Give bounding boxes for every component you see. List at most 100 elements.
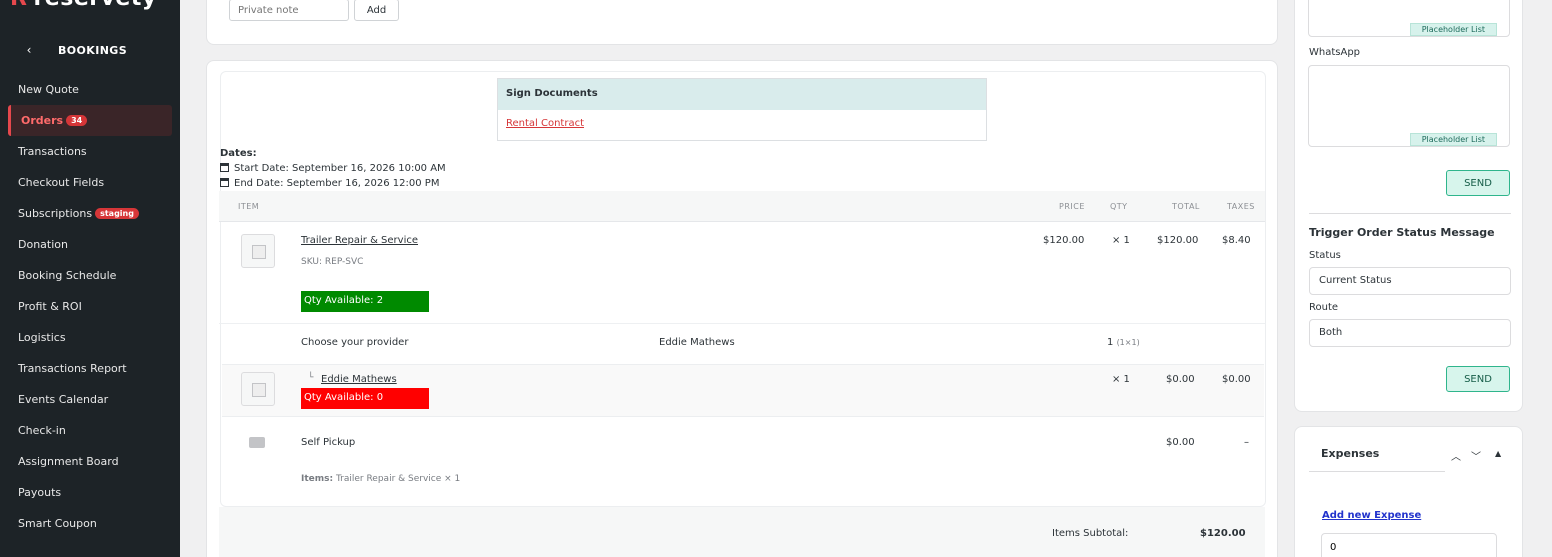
header-qty: QTY <box>1110 202 1128 211</box>
sidebar-item-label: Booking Schedule <box>18 269 117 282</box>
provider-value[interactable]: Eddie Mathews <box>659 337 735 348</box>
sidebar: Rreservety ‹ BOOKINGS New Quote Orders34… <box>0 0 180 557</box>
collapse-triangle-icon[interactable]: ▲ <box>1495 449 1501 458</box>
sidebar-header: ‹ BOOKINGS <box>0 38 180 62</box>
shipping-method: Self Pickup <box>301 437 356 448</box>
subtotal-label: Items Subtotal: <box>1052 528 1129 539</box>
route-label: Route <box>1309 302 1339 313</box>
qty-available-badge: Qty Available: 2 <box>301 291 429 312</box>
private-note-card: Add <box>206 0 1278 45</box>
sku-value: REP-SVC <box>324 257 364 267</box>
child-thumbnail <box>241 372 275 406</box>
truck-icon <box>249 437 265 448</box>
sign-documents-box: Sign Documents Rental Contract <box>497 78 987 141</box>
trigger-status-title: Trigger Order Status Message <box>1309 226 1495 239</box>
provider-qty-value: 1 <box>1107 337 1114 348</box>
sidebar-item-label: Logistics <box>18 331 66 344</box>
sidebar-item-label: Orders <box>21 114 64 127</box>
status-select[interactable]: Current Status <box>1309 267 1511 295</box>
sidebar-item-transactions-report[interactable]: Transactions Report <box>0 353 180 384</box>
sidebar-item-checkout-fields[interactable]: Checkout Fields <box>0 167 180 198</box>
chevron-down-icon[interactable]: ﹀ <box>1471 448 1481 463</box>
add-note-button[interactable]: Add <box>354 0 399 21</box>
sidebar-item-label: Transactions <box>18 145 87 158</box>
sidebar-item-label: Payouts <box>18 486 62 499</box>
sidebar-item-orders[interactable]: Orders 34 <box>8 105 172 136</box>
product-name-link[interactable]: Trailer Repair & Service <box>301 235 418 246</box>
provider-qty-detail: (1×1) <box>1116 338 1140 347</box>
brand-logo[interactable]: Rreservety <box>10 0 157 11</box>
placeholder-list-button[interactable]: Placeholder List <box>1409 23 1497 36</box>
orders-count-badge: 34 <box>66 115 88 126</box>
placeholder-list-button[interactable]: Placeholder List <box>1409 133 1497 146</box>
end-date: End Date: September 16, 2026 12:00 PM <box>234 178 440 189</box>
sidebar-title: BOOKINGS <box>58 43 128 57</box>
sidebar-item-booking-schedule[interactable]: Booking Schedule <box>0 260 180 291</box>
messaging-card: Placeholder List WhatsApp Placeholder Li… <box>1294 0 1523 412</box>
sidebar-item-label: Donation <box>18 238 68 251</box>
status-label: Status <box>1309 250 1341 261</box>
sidebar-item-donation[interactable]: Donation <box>0 229 180 260</box>
sidebar-item-payouts[interactable]: Payouts <box>0 477 180 508</box>
sidebar-item-profit-roi[interactable]: Profit & ROI <box>0 291 180 322</box>
sidebar-item-subscriptions[interactable]: Subscriptions staging <box>0 198 180 229</box>
sidebar-item-assignment-board[interactable]: Assignment Board <box>0 446 180 477</box>
add-new-expense-link[interactable]: Add new Expense <box>1322 510 1421 521</box>
sidebar-item-label: Check-in <box>18 424 66 437</box>
chevron-left-icon[interactable]: ‹ <box>0 43 58 57</box>
sidebar-item-logistics[interactable]: Logistics <box>0 322 180 353</box>
expenses-title-underline <box>1309 471 1445 472</box>
start-date-line: Start Date: September 16, 2026 10:00 AM <box>220 161 446 176</box>
row-divider <box>219 323 1265 324</box>
shipping-items-label: Items: <box>301 474 334 484</box>
shipping-items-value: Trailer Repair & Service × 1 <box>335 474 461 484</box>
provider-label: Choose your provider <box>301 337 409 348</box>
child-taxes: $0.00 <box>1222 374 1251 385</box>
start-date: Start Date: September 16, 2026 10:00 AM <box>234 163 446 174</box>
items-table-header: ITEM PRICE QTY TOTAL TAXES <box>219 191 1265 222</box>
child-qty: × 1 <box>1112 374 1130 385</box>
child-total: $0.00 <box>1166 374 1195 385</box>
shipping-total: $0.00 <box>1166 437 1195 448</box>
sidebar-item-label: Checkout Fields <box>18 176 105 189</box>
sign-documents-header: Sign Documents <box>498 79 986 110</box>
shipping-items: Items: Trailer Repair & Service × 1 <box>301 474 460 484</box>
sidebar-item-label: Events Calendar <box>18 393 109 406</box>
booking-dates: Dates: Start Date: September 16, 2026 10… <box>220 146 446 191</box>
child-item-link[interactable]: Eddie Mathews <box>321 374 397 385</box>
private-note-input[interactable] <box>229 0 349 21</box>
expense-amount-input[interactable] <box>1321 533 1497 557</box>
sidebar-item-new-quote[interactable]: New Quote <box>0 74 180 105</box>
sidebar-item-check-in[interactable]: Check-in <box>0 415 180 446</box>
product-sku: SKU: REP-SVC <box>301 257 363 267</box>
dates-label: Dates: <box>220 148 257 159</box>
sidebar-item-smart-coupon[interactable]: Smart Coupon <box>0 508 180 539</box>
sidebar-item-label: Transactions Report <box>18 362 127 375</box>
rental-contract-link[interactable]: Rental Contract <box>498 110 986 137</box>
product-price: $120.00 <box>1043 235 1085 246</box>
header-taxes: TAXES <box>1227 202 1255 211</box>
sidebar-item-label: Assignment Board <box>18 455 119 468</box>
sidebar-item-events-calendar[interactable]: Events Calendar <box>0 384 180 415</box>
section-divider <box>1309 213 1511 214</box>
qty-unavailable-badge: Qty Available: 0 <box>301 388 429 409</box>
sidebar-item-label: Subscriptions <box>18 207 93 220</box>
shipping-taxes: – <box>1244 437 1249 448</box>
calendar-icon <box>220 178 229 187</box>
whatsapp-textarea[interactable]: Placeholder List <box>1308 65 1510 147</box>
header-item: ITEM <box>238 202 260 211</box>
send-whatsapp-button[interactable]: SEND <box>1446 170 1510 196</box>
end-date-line: End Date: September 16, 2026 12:00 PM <box>220 176 446 191</box>
product-thumbnail <box>241 234 275 268</box>
sidebar-item-label: Profit & ROI <box>18 300 82 313</box>
send-status-button[interactable]: SEND <box>1446 366 1510 392</box>
chevron-up-icon[interactable]: ︿ <box>1451 448 1461 463</box>
sidebar-item-label: New Quote <box>18 83 79 96</box>
expenses-card: Expenses ︿ ﹀ ▲ Add new Expense <box>1294 426 1523 557</box>
product-taxes: $8.40 <box>1222 235 1251 246</box>
header-total: TOTAL <box>1172 202 1200 211</box>
route-select[interactable]: Both <box>1309 319 1511 347</box>
message-textarea[interactable]: Placeholder List <box>1308 0 1510 37</box>
sidebar-item-transactions[interactable]: Transactions <box>0 136 180 167</box>
expenses-title: Expenses <box>1321 447 1380 460</box>
